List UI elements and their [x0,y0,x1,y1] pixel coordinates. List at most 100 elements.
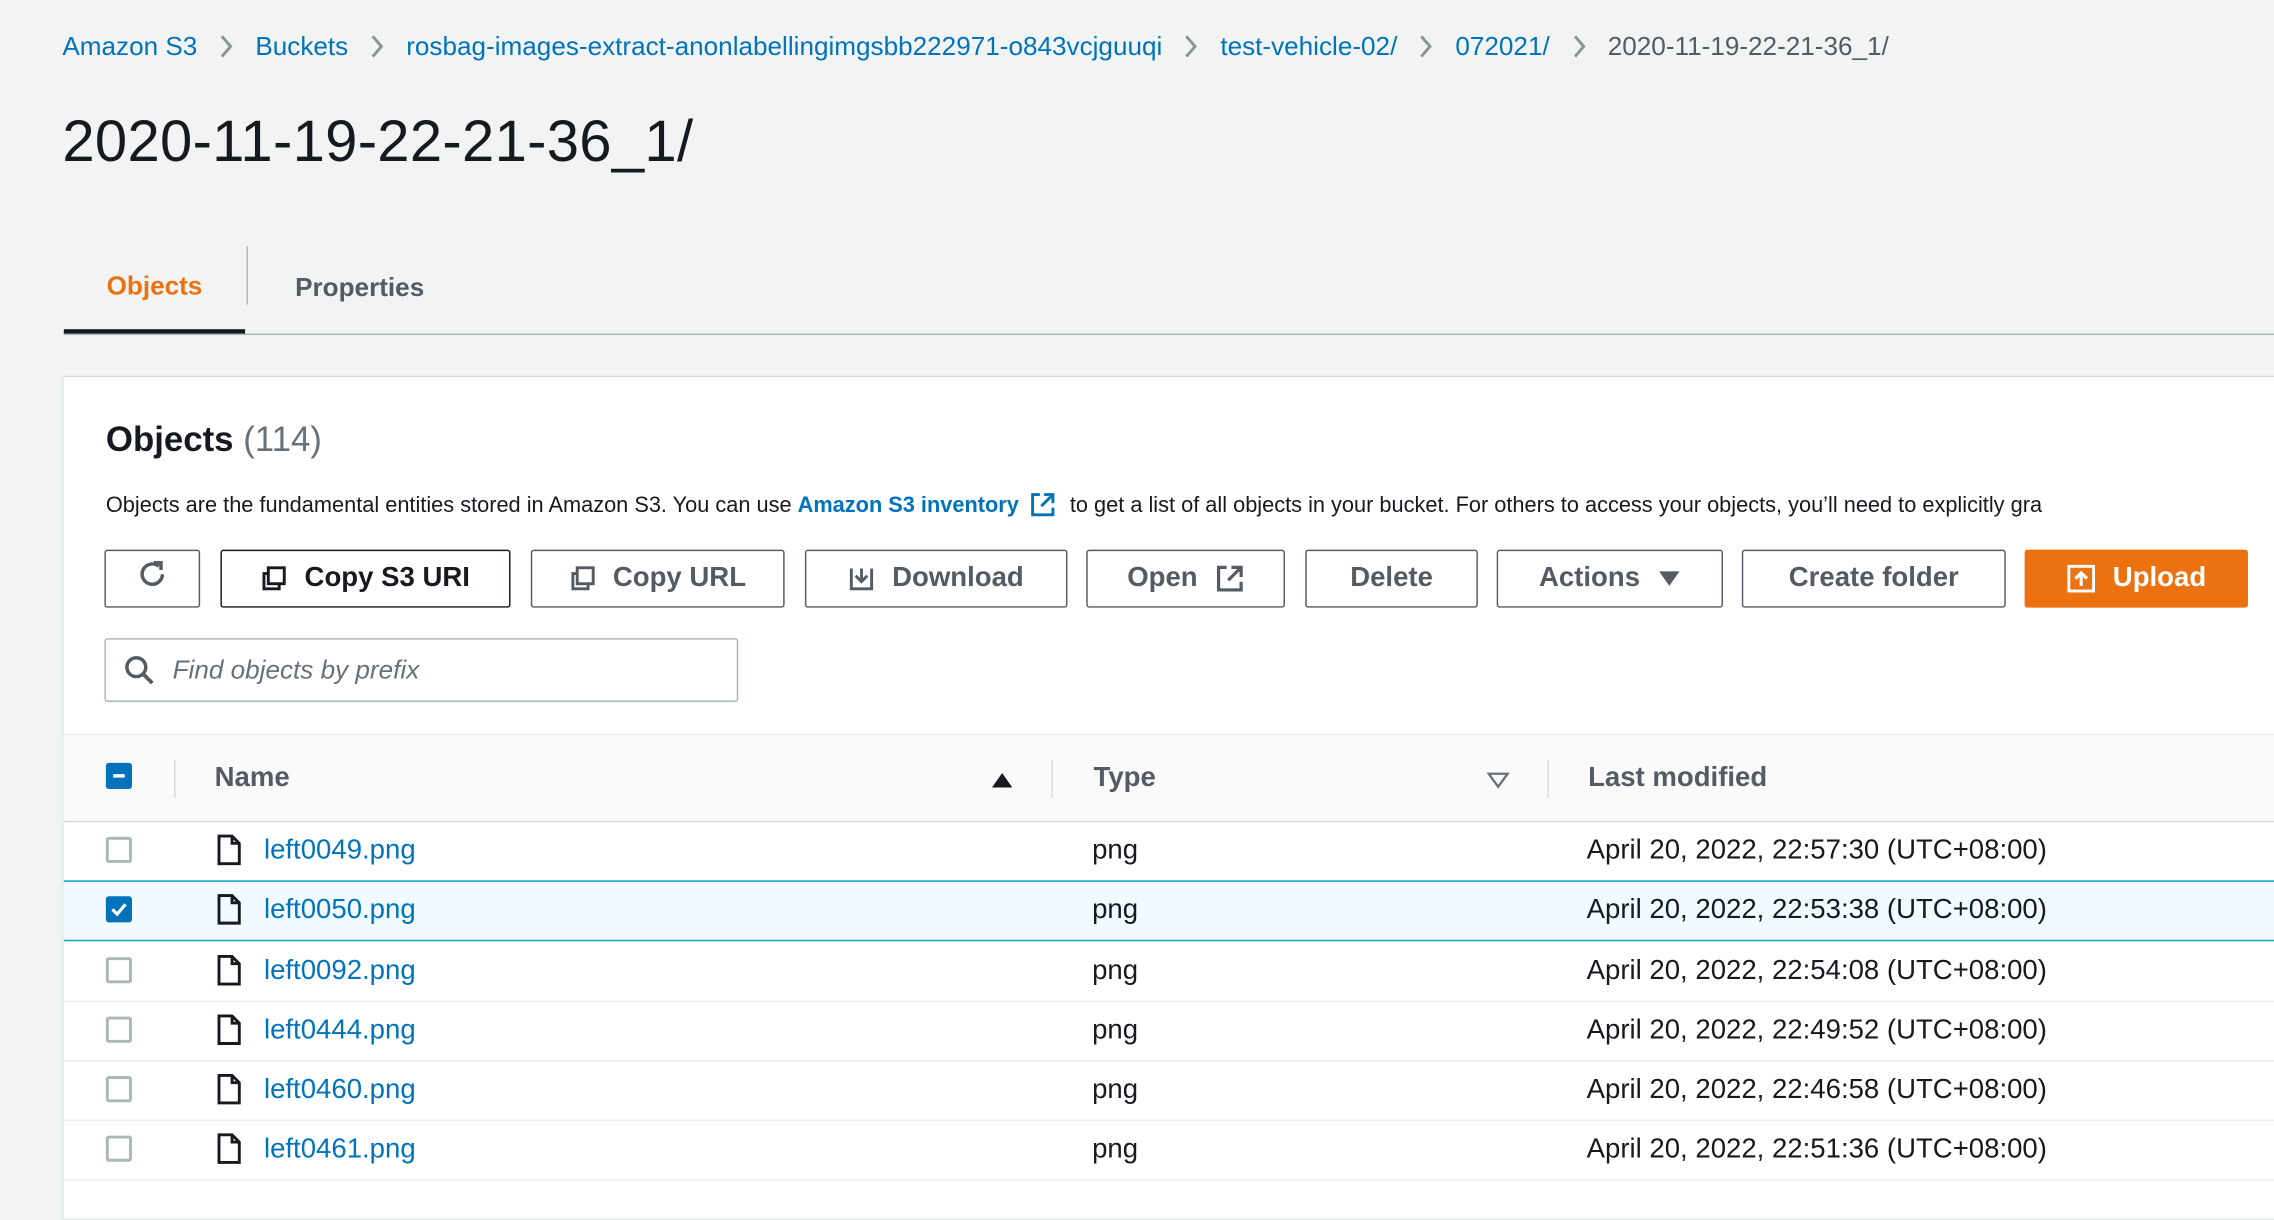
object-type: png [1092,834,1139,866]
actions-label: Actions [1538,562,1641,594]
copy-s3-uri-label: Copy S3 URI [304,562,470,594]
caret-down-icon [1657,570,1680,587]
chevron-right-icon [219,35,234,58]
objects-count: (114) [243,420,322,460]
external-link-icon [1215,564,1244,593]
object-last-modified: April 20, 2022, 22:51:36 (UTC+08:00) [1586,1133,2047,1164]
objects-panel: Objects (114) Objects are the fundamenta… [62,375,2274,1220]
refresh-button[interactable] [104,549,201,608]
file-icon [216,1014,242,1053]
actions-dropdown[interactable]: Actions [1496,549,1723,608]
copy-url-button[interactable]: Copy URL [530,549,785,608]
object-name-link[interactable]: left0444.png [264,1001,416,1060]
download-icon [849,566,875,592]
breadcrumb-072021[interactable]: 072021/ [1455,31,1549,61]
sort-ascending-icon[interactable] [991,770,1014,796]
row-checkbox[interactable] [105,896,132,923]
breadcrumb-amazon-s3[interactable]: Amazon S3 [62,31,197,61]
chevron-right-icon [1184,35,1199,58]
search-icon [123,654,155,686]
object-last-modified: April 20, 2022, 22:46:58 (UTC+08:00) [1586,1073,2047,1105]
object-type: png [1092,1133,1139,1164]
description-text: Objects are the fundamental entities sto… [105,493,798,518]
upload-icon [2066,564,2095,593]
sort-descending-icon[interactable] [1486,770,1510,796]
delete-label: Delete [1350,562,1433,594]
upload-button[interactable]: Upload [2024,549,2248,608]
object-type: png [1092,894,1139,926]
checkmark-icon [111,903,127,917]
file-icon [216,954,242,993]
objects-panel-title: Objects [105,420,234,460]
object-name-link[interactable]: left0460.png [264,1060,416,1119]
breadcrumb-current: 2020-11-19-22-21-36_1/ [1607,31,1889,61]
table-row[interactable]: left0049.png png April 20, 2022, 22:57:3… [63,821,2274,882]
table-row-selected[interactable]: left0050.png png April 20, 2022, 22:53:3… [63,880,2274,942]
object-last-modified: April 20, 2022, 22:54:08 (UTC+08:00) [1586,955,2047,986]
chevron-right-icon [370,35,385,58]
row-checkbox[interactable] [105,1076,132,1103]
table-row[interactable]: left0461.png png April 20, 2022, 22:51:3… [63,1120,2274,1181]
table-row[interactable]: left0460.png png April 20, 2022, 22:46:5… [63,1060,2274,1122]
download-button[interactable]: Download [804,549,1068,608]
row-checkbox[interactable] [105,957,132,984]
row-checkbox[interactable] [105,1016,132,1043]
search-input[interactable] [169,653,727,687]
indeterminate-icon [113,774,125,778]
file-icon [216,1073,242,1112]
copy-s3-uri-button[interactable]: Copy S3 URI [220,549,511,608]
file-icon [216,1133,242,1172]
external-link-icon [1029,492,1055,524]
object-name-link[interactable]: left0092.png [264,941,416,1000]
description-text-end: to get a list of all objects in your buc… [1063,493,2043,518]
create-folder-button[interactable]: Create folder [1741,549,2006,608]
column-last-modified[interactable]: Last modified [1588,735,1767,821]
column-name[interactable]: Name [215,735,290,821]
tab-divider [246,246,249,305]
row-checkbox[interactable] [105,1135,132,1162]
delete-button[interactable]: Delete [1305,549,1478,608]
object-last-modified: April 20, 2022, 22:57:30 (UTC+08:00) [1586,834,2047,866]
file-icon [216,834,242,873]
copy-icon [261,566,287,592]
breadcrumb: Amazon S3 Buckets rosbag-images-extract-… [62,29,1888,64]
chevron-right-icon [1419,35,1434,58]
search-box [104,638,739,702]
chevron-right-icon [1571,35,1586,58]
breadcrumb-bucket[interactable]: rosbag-images-extract-anonlabellingimgsb… [406,31,1162,61]
select-all-checkbox[interactable] [105,762,132,789]
row-checkbox[interactable] [105,836,132,863]
table-header: Name Type Last modified [63,733,2274,823]
object-name-link[interactable]: left0049.png [264,821,416,880]
column-type[interactable]: Type [1094,735,1156,821]
column-divider [174,759,176,798]
object-type: png [1092,1073,1139,1105]
objects-panel-header: Objects (114) [106,421,322,462]
column-divider [1547,759,1549,798]
tab-properties[interactable]: Properties [249,244,469,332]
object-last-modified: April 20, 2022, 22:49:52 (UTC+08:00) [1586,1014,2047,1045]
s3-inventory-link[interactable]: Amazon S3 inventory [798,493,1019,518]
open-button[interactable]: Open [1086,549,1285,608]
refresh-icon [136,558,168,599]
object-type: png [1092,955,1139,986]
table-row[interactable]: left0092.png png April 20, 2022, 22:54:0… [63,941,2274,1003]
download-label: Download [892,562,1024,594]
column-divider [1051,759,1053,798]
file-icon [216,893,242,932]
tab-objects[interactable]: Objects [63,244,246,334]
page-title: 2020-11-19-22-21-36_1/ [62,110,694,175]
create-folder-label: Create folder [1788,562,1959,594]
object-name-link[interactable]: left0050.png [264,882,416,940]
objects-description: Objects are the fundamental entities sto… [106,492,2042,524]
open-label: Open [1127,562,1198,594]
tab-bar: Objects Properties [63,244,2274,336]
copy-url-label: Copy URL [612,562,747,594]
object-last-modified: April 20, 2022, 22:53:38 (UTC+08:00) [1586,894,2047,926]
object-name-link[interactable]: left0461.png [264,1120,416,1179]
breadcrumb-test-vehicle[interactable]: test-vehicle-02/ [1220,31,1397,61]
upload-label: Upload [2112,562,2207,594]
object-type: png [1092,1014,1139,1045]
table-row[interactable]: left0444.png png April 20, 2022, 22:49:5… [63,1001,2274,1062]
breadcrumb-buckets[interactable]: Buckets [255,31,348,61]
